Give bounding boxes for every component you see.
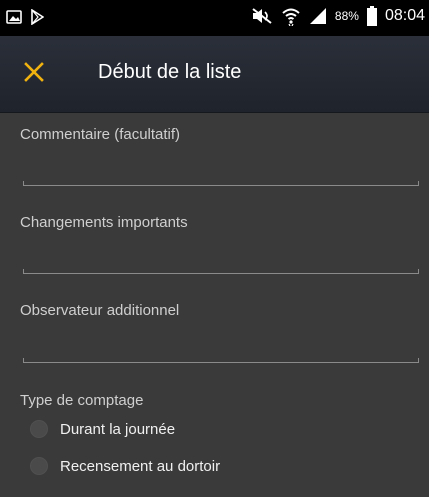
changes-tick-right xyxy=(418,269,419,274)
radio-recensement-au-dortoir[interactable]: Recensement au dortoir xyxy=(30,457,220,475)
wifi-icon xyxy=(282,8,300,26)
battery-percent: 88% xyxy=(334,9,359,23)
observer-tick-right xyxy=(418,358,419,363)
radio-circle[interactable] xyxy=(30,420,48,438)
observer-field[interactable] xyxy=(23,353,419,363)
observer-label: Observateur additionnel xyxy=(20,302,180,319)
changes-underline xyxy=(23,273,419,274)
status-right: 88% 08:04 xyxy=(251,6,425,26)
changes-tick-left xyxy=(23,269,24,274)
close-icon[interactable] xyxy=(22,60,52,90)
comment-tick-left xyxy=(23,181,24,186)
changes-label: Changements importants xyxy=(20,214,188,231)
page-title: Début de la liste xyxy=(98,61,242,83)
clock: 08:04 xyxy=(384,7,425,24)
count-type-label: Type de comptage xyxy=(20,392,144,409)
observer-tick-left xyxy=(23,358,24,363)
mute-icon xyxy=(252,8,272,24)
comment-label: Commentaire (facultatif) xyxy=(20,126,181,143)
comment-tick-right xyxy=(418,181,419,186)
battery-icon xyxy=(366,6,377,26)
radio-circle[interactable] xyxy=(30,457,48,475)
comment-underline xyxy=(23,185,419,186)
image-icon xyxy=(6,10,22,24)
app-bar: Début de la liste xyxy=(0,36,429,113)
radio-durant-la-journee[interactable]: Durant la journée xyxy=(30,420,175,438)
comment-field[interactable] xyxy=(23,176,419,186)
radio-label: Durant la journée xyxy=(60,420,176,438)
radio-label: Recensement au dortoir xyxy=(60,457,221,475)
observer-underline xyxy=(23,362,419,363)
play-store-icon xyxy=(31,9,44,25)
signal-icon xyxy=(309,8,326,24)
status-bar: 88% 08:04 xyxy=(0,0,429,36)
status-left xyxy=(6,9,44,25)
changes-field[interactable] xyxy=(23,264,419,274)
